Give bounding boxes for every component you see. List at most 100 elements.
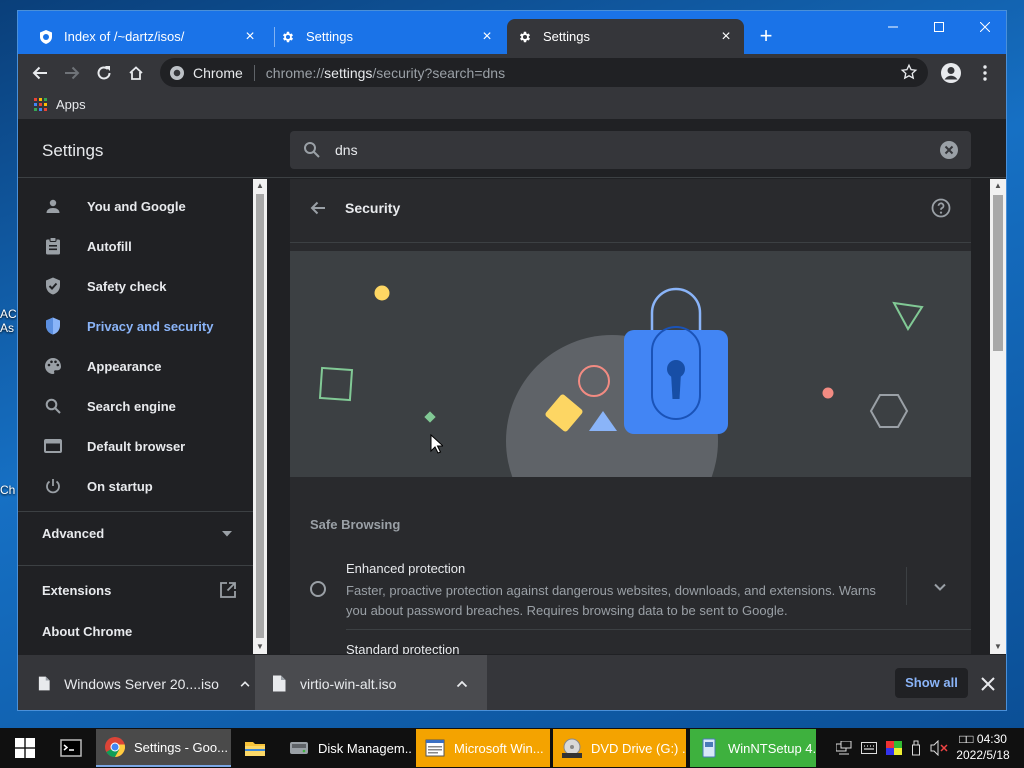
volume-muted-icon[interactable] — [930, 740, 948, 756]
palette-icon — [43, 356, 63, 376]
sidebar-item-label: Privacy and security — [87, 318, 214, 334]
help-icon[interactable] — [931, 198, 951, 218]
download-item[interactable]: virtio-win-alt.iso — [255, 655, 487, 710]
sidebar-item-you-and-google[interactable]: You and Google — [18, 186, 253, 226]
option-separator — [346, 629, 971, 630]
tab-close-icon[interactable]: × — [718, 28, 734, 45]
sidebar-item-extensions[interactable]: Extensions — [42, 582, 236, 598]
sidebar-item-search-engine[interactable]: Search engine — [18, 386, 253, 426]
apps-grid-dot — [34, 98, 37, 101]
tab-settings[interactable]: Settings × — [270, 19, 505, 54]
tab-strip: Index of /~dartz/isos/ × Settings × Sett… — [18, 11, 1006, 54]
taskbar-app-microsoft-windows[interactable]: Microsoft Win... — [416, 729, 550, 767]
sidebar-item-default-browser[interactable]: Default browser — [18, 426, 253, 466]
tab-close-icon[interactable]: × — [242, 28, 258, 45]
taskbar-app-dvd-drive[interactable]: DVD Drive (G:) ... — [553, 729, 686, 767]
keyboard-icon[interactable] — [861, 742, 878, 754]
url-host: settings — [324, 64, 373, 81]
home-icon — [129, 66, 143, 80]
clock-date: 2022/5/18 — [956, 748, 1010, 762]
advanced-label: Advanced — [42, 526, 105, 541]
sidebar-divider — [18, 511, 253, 512]
settings-header: Settings dns — [18, 121, 1006, 178]
sidebar-item-safety-check[interactable]: Safety check — [18, 266, 253, 306]
sidebar-item-on-startup[interactable]: On startup — [18, 466, 253, 506]
arrow-left-icon[interactable] — [308, 198, 328, 218]
tab-label: Settings — [306, 29, 353, 44]
apps-label: Apps — [56, 97, 86, 112]
bookmarks-bar: Apps — [18, 91, 1006, 120]
scroll-down-arrow-icon[interactable]: ▼ — [990, 640, 1006, 654]
taskbar-app-winntsetup[interactable]: WinNTSetup 4.... — [690, 729, 816, 767]
tab-close-icon[interactable]: × — [479, 28, 495, 45]
taskbar-app-label: Settings - Goo... — [134, 739, 228, 755]
address-bar[interactable]: Chrome chrome://settings/security?search… — [160, 58, 928, 87]
taskbar-app-disk-management[interactable]: Disk Managem... — [280, 729, 412, 767]
apps-grid-dot — [39, 98, 42, 101]
sidebar-item-appearance[interactable]: Appearance — [18, 346, 253, 386]
chevron-up-icon[interactable] — [455, 677, 469, 691]
security-card: Security Safe Browsing Enhanced protecti… — [290, 179, 971, 654]
settings-page: Settings dns You and Google Autofill Saf… — [18, 121, 1006, 654]
shield-icon — [43, 316, 63, 336]
tab-index-of-isos[interactable]: Index of /~dartz/isos/ × — [28, 19, 268, 54]
minimize-icon — [888, 26, 898, 28]
sidebar-scrollbar[interactable]: ▲ ▼ — [253, 179, 267, 654]
close-icon[interactable] — [980, 676, 996, 692]
profile-button[interactable] — [938, 60, 964, 86]
forward-button[interactable] — [59, 60, 85, 86]
clock-time-row: □□ 04:30 — [952, 731, 1014, 747]
usb-device-icon[interactable] — [911, 740, 921, 756]
taskbar-app-chrome[interactable]: Settings - Goo... — [96, 729, 231, 767]
tab-settings-active[interactable]: Settings × — [507, 19, 744, 54]
reload-button[interactable] — [91, 60, 117, 86]
search-field[interactable]: dns — [290, 131, 971, 169]
expand-more-icon[interactable] — [930, 577, 950, 597]
sidebar-item-about-chrome[interactable]: About Chrome — [42, 624, 132, 639]
close-window-button[interactable] — [962, 11, 1006, 43]
star-icon[interactable] — [900, 63, 918, 81]
taskbar-app-label: Microsoft Win... — [454, 740, 544, 756]
content-scrollbar[interactable]: ▲ ▼ — [990, 179, 1006, 654]
apps-shortcut[interactable]: Apps — [34, 97, 86, 112]
taskbar-app-file-explorer[interactable] — [236, 729, 276, 767]
color-display-icon[interactable] — [885, 741, 902, 755]
sidebar-item-label: Appearance — [87, 358, 162, 374]
enhanced-protection-radio[interactable] — [310, 581, 326, 597]
enhanced-protection-title: Enhanced protection — [346, 561, 466, 576]
new-tab-button[interactable]: + — [754, 25, 778, 49]
start-button[interactable] — [10, 728, 40, 768]
sidebar-divider — [18, 565, 253, 566]
scrollbar-thumb[interactable] — [993, 195, 1003, 351]
home-button[interactable] — [123, 60, 149, 86]
taskbar-clock[interactable]: □□ 04:30 2022/5/18 — [952, 731, 1014, 763]
show-all-button[interactable]: Show all — [895, 668, 968, 698]
clear-search-icon[interactable] — [940, 141, 958, 159]
scroll-down-arrow-icon[interactable]: ▼ — [253, 640, 267, 654]
scroll-up-arrow-icon[interactable]: ▲ — [253, 179, 267, 193]
download-item[interactable]: Windows Server 20....iso — [38, 655, 251, 710]
standard-protection-title: Standard protection — [346, 642, 460, 654]
sidebar-advanced-toggle[interactable]: Advanced — [42, 526, 232, 541]
scroll-up-arrow-icon[interactable]: ▲ — [990, 179, 1006, 193]
maximize-button[interactable] — [916, 11, 962, 43]
chrome-window: Index of /~dartz/isos/ × Settings × Sett… — [17, 10, 1007, 711]
minimize-button[interactable] — [870, 11, 916, 43]
disk-management-icon — [290, 742, 308, 754]
menu-button[interactable] — [972, 60, 998, 86]
back-button[interactable] — [27, 60, 53, 86]
desktop-icon-label-fragment: AC — [0, 307, 17, 321]
dvd-icon — [562, 738, 582, 758]
sidebar-item-privacy-and-security[interactable]: Privacy and security — [18, 306, 253, 346]
sidebar-item-autofill[interactable]: Autofill — [18, 226, 253, 266]
tab-label: Settings — [543, 29, 590, 44]
network-icon[interactable] — [836, 741, 852, 755]
open-in-new-icon — [220, 582, 236, 598]
search-input[interactable]: dns — [335, 142, 940, 158]
scrollbar-thumb[interactable] — [256, 194, 264, 638]
chevron-up-icon[interactable] — [239, 677, 251, 691]
enhanced-protection-option[interactable]: Enhanced protection Faster, proactive pr… — [290, 551, 971, 631]
close-icon — [980, 22, 990, 32]
taskbar-app-terminal[interactable] — [52, 729, 92, 767]
person-icon — [43, 196, 63, 216]
